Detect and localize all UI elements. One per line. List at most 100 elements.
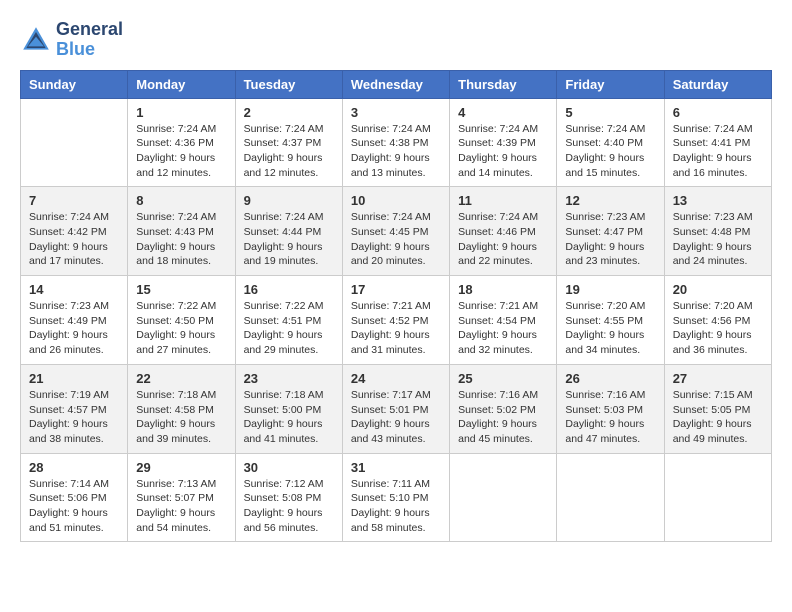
day-info: Sunrise: 7:23 AM Sunset: 4:48 PM Dayligh…	[673, 210, 763, 269]
day-number: 1	[136, 105, 226, 120]
day-number: 29	[136, 460, 226, 475]
day-info: Sunrise: 7:16 AM Sunset: 5:03 PM Dayligh…	[565, 388, 655, 447]
day-number: 20	[673, 282, 763, 297]
day-info: Sunrise: 7:13 AM Sunset: 5:07 PM Dayligh…	[136, 477, 226, 536]
day-number: 13	[673, 193, 763, 208]
calendar-cell: 12Sunrise: 7:23 AM Sunset: 4:47 PM Dayli…	[557, 187, 664, 276]
day-number: 31	[351, 460, 441, 475]
calendar-cell: 29 Sunrise: 7:13 AM Sunset: 5:07 PM Dayli…	[128, 453, 235, 542]
calendar-cell: 3 Sunrise: 7:24 AM Sunset: 4:38 PM Daylig…	[342, 98, 449, 187]
calendar-cell: 30Sunrise: 7:12 AM Sunset: 5:08 PM Dayli…	[235, 453, 342, 542]
calendar-week-row: 1 Sunrise: 7:24 AM Sunset: 4:36 PM Daylig…	[21, 98, 772, 187]
calendar-cell: 7 Sunrise: 7:24 AM Sunset: 4:42 PM Daylig…	[21, 187, 128, 276]
day-info: Sunrise: 7:22 AM Sunset: 4:50 PM Dayligh…	[136, 299, 226, 358]
calendar-week-row: 14Sunrise: 7:23 AM Sunset: 4:49 PM Dayli…	[21, 276, 772, 365]
day-info: Sunrise: 7:15 AM Sunset: 5:05 PM Dayligh…	[673, 388, 763, 447]
day-info: Sunrise: 7:11 AM Sunset: 5:10 PM Dayligh…	[351, 477, 441, 536]
calendar-cell: 16 Sunrise: 7:22 AM Sunset: 4:51 PM Dayli…	[235, 276, 342, 365]
day-info: Sunrise: 7:16 AM Sunset: 5:02 PM Dayligh…	[458, 388, 548, 447]
day-info: Sunrise: 7:24 AM Sunset: 4:37 PM Dayligh…	[244, 122, 334, 181]
day-info: Sunrise: 7:18 AM Sunset: 4:58 PM Dayligh…	[136, 388, 226, 447]
day-number: 27	[673, 371, 763, 386]
calendar-cell: 6 Sunrise: 7:24 AM Sunset: 4:41 PM Daylig…	[664, 98, 771, 187]
day-number: 3	[351, 105, 441, 120]
day-info: Sunrise: 7:24 AM Sunset: 4:38 PM Dayligh…	[351, 122, 441, 181]
calendar-cell: 28 Sunrise: 7:14 AM Sunset: 5:06 PM Dayli…	[21, 453, 128, 542]
calendar-cell: 1 Sunrise: 7:24 AM Sunset: 4:36 PM Daylig…	[128, 98, 235, 187]
calendar-cell: 26 Sunrise: 7:16 AM Sunset: 5:03 PM Dayli…	[557, 364, 664, 453]
day-info: Sunrise: 7:20 AM Sunset: 4:56 PM Dayligh…	[673, 299, 763, 358]
day-number: 26	[565, 371, 655, 386]
day-number: 6	[673, 105, 763, 120]
day-info: Sunrise: 7:24 AM Sunset: 4:45 PM Dayligh…	[351, 210, 441, 269]
header-thursday: Thursday	[450, 70, 557, 98]
day-number: 2	[244, 105, 334, 120]
day-info: Sunrise: 7:12 AM Sunset: 5:08 PM Dayligh…	[244, 477, 334, 536]
calendar-cell: 10 Sunrise: 7:24 AM Sunset: 4:45 PM Dayli…	[342, 187, 449, 276]
day-info: Sunrise: 7:18 AM Sunset: 5:00 PM Dayligh…	[244, 388, 334, 447]
day-info: Sunrise: 7:21 AM Sunset: 4:54 PM Dayligh…	[458, 299, 548, 358]
day-info: Sunrise: 7:24 AM Sunset: 4:43 PM Dayligh…	[136, 210, 226, 269]
calendar-cell: 4 Sunrise: 7:24 AM Sunset: 4:39 PM Daylig…	[450, 98, 557, 187]
day-number: 18	[458, 282, 548, 297]
logo: General Blue	[20, 20, 123, 60]
header-wednesday: Wednesday	[342, 70, 449, 98]
day-info: Sunrise: 7:24 AM Sunset: 4:40 PM Dayligh…	[565, 122, 655, 181]
day-number: 7	[29, 193, 119, 208]
day-info: Sunrise: 7:23 AM Sunset: 4:49 PM Dayligh…	[29, 299, 119, 358]
day-number: 4	[458, 105, 548, 120]
calendar-table: SundayMondayTuesdayWednesdayThursdayFrid…	[20, 70, 772, 543]
calendar-cell: 20 Sunrise: 7:20 AM Sunset: 4:56 PM Dayli…	[664, 276, 771, 365]
day-number: 21	[29, 371, 119, 386]
calendar-cell: 21 Sunrise: 7:19 AM Sunset: 4:57 PM Dayli…	[21, 364, 128, 453]
day-info: Sunrise: 7:24 AM Sunset: 4:36 PM Dayligh…	[136, 122, 226, 181]
header-monday: Monday	[128, 70, 235, 98]
day-number: 23	[244, 371, 334, 386]
day-info: Sunrise: 7:14 AM Sunset: 5:06 PM Dayligh…	[29, 477, 119, 536]
day-number: 15	[136, 282, 226, 297]
calendar-cell: 9Sunrise: 7:24 AM Sunset: 4:44 PM Daylig…	[235, 187, 342, 276]
header-saturday: Saturday	[664, 70, 771, 98]
header-tuesday: Tuesday	[235, 70, 342, 98]
calendar-cell: 17 Sunrise: 7:21 AM Sunset: 4:52 PM Dayli…	[342, 276, 449, 365]
header-sunday: Sunday	[21, 70, 128, 98]
day-number: 19	[565, 282, 655, 297]
day-info: Sunrise: 7:22 AM Sunset: 4:51 PM Dayligh…	[244, 299, 334, 358]
day-number: 25	[458, 371, 548, 386]
calendar-cell: 31 Sunrise: 7:11 AM Sunset: 5:10 PM Dayli…	[342, 453, 449, 542]
day-info: Sunrise: 7:24 AM Sunset: 4:39 PM Dayligh…	[458, 122, 548, 181]
calendar-cell: 22 Sunrise: 7:18 AM Sunset: 4:58 PM Dayli…	[128, 364, 235, 453]
day-info: Sunrise: 7:24 AM Sunset: 4:46 PM Dayligh…	[458, 210, 548, 269]
day-number: 16	[244, 282, 334, 297]
day-info: Sunrise: 7:21 AM Sunset: 4:52 PM Dayligh…	[351, 299, 441, 358]
day-number: 5	[565, 105, 655, 120]
day-number: 24	[351, 371, 441, 386]
day-number: 28	[29, 460, 119, 475]
day-info: Sunrise: 7:24 AM Sunset: 4:42 PM Dayligh…	[29, 210, 119, 269]
day-info: Sunrise: 7:17 AM Sunset: 5:01 PM Dayligh…	[351, 388, 441, 447]
calendar-cell: 24 Sunrise: 7:17 AM Sunset: 5:01 PM Dayli…	[342, 364, 449, 453]
calendar-cell	[557, 453, 664, 542]
day-info: Sunrise: 7:24 AM Sunset: 4:41 PM Dayligh…	[673, 122, 763, 181]
calendar-cell: 18 Sunrise: 7:21 AM Sunset: 4:54 PM Dayli…	[450, 276, 557, 365]
day-number: 9	[244, 193, 334, 208]
day-number: 22	[136, 371, 226, 386]
calendar-cell: 13 Sunrise: 7:23 AM Sunset: 4:48 PM Dayli…	[664, 187, 771, 276]
calendar-cell: 11Sunrise: 7:24 AM Sunset: 4:46 PM Dayli…	[450, 187, 557, 276]
page-header: General Blue	[20, 20, 772, 60]
calendar-cell	[664, 453, 771, 542]
calendar-cell	[21, 98, 128, 187]
calendar-cell: 14Sunrise: 7:23 AM Sunset: 4:49 PM Dayli…	[21, 276, 128, 365]
calendar-cell: 2 Sunrise: 7:24 AM Sunset: 4:37 PM Daylig…	[235, 98, 342, 187]
day-number: 17	[351, 282, 441, 297]
calendar-week-row: 21 Sunrise: 7:19 AM Sunset: 4:57 PM Dayli…	[21, 364, 772, 453]
calendar-cell: 23 Sunrise: 7:18 AM Sunset: 5:00 PM Dayli…	[235, 364, 342, 453]
calendar-cell: 15 Sunrise: 7:22 AM Sunset: 4:50 PM Dayli…	[128, 276, 235, 365]
calendar-cell: 8Sunrise: 7:24 AM Sunset: 4:43 PM Daylig…	[128, 187, 235, 276]
calendar-cell	[450, 453, 557, 542]
day-number: 10	[351, 193, 441, 208]
calendar-cell: 5 Sunrise: 7:24 AM Sunset: 4:40 PM Daylig…	[557, 98, 664, 187]
day-info: Sunrise: 7:19 AM Sunset: 4:57 PM Dayligh…	[29, 388, 119, 447]
calendar-cell: 19Sunrise: 7:20 AM Sunset: 4:55 PM Dayli…	[557, 276, 664, 365]
calendar-week-row: 28 Sunrise: 7:14 AM Sunset: 5:06 PM Dayli…	[21, 453, 772, 542]
